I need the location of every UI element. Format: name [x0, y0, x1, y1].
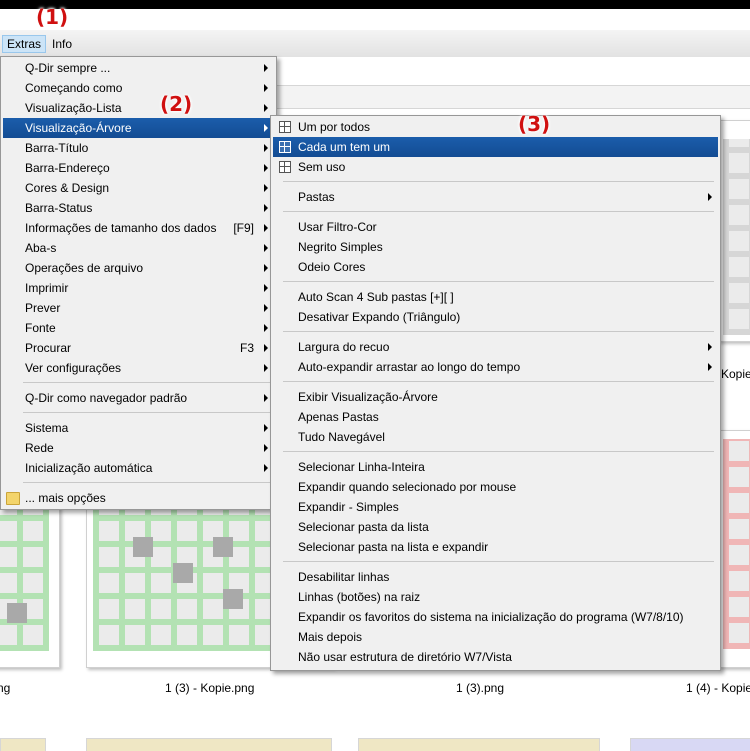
menu-item-abas[interactable]: Aba-s: [3, 238, 274, 258]
menu-item-inicializacao-automatica[interactable]: Inicialização automática: [3, 458, 274, 478]
menu-item-selecionar-linha-inteira[interactable]: Selecionar Linha-Inteira: [273, 457, 718, 477]
menu-separator: [23, 482, 270, 483]
thumbnail-edge: [86, 738, 332, 751]
thumbnail-edge: [358, 738, 600, 751]
file-label[interactable]: Kopie: [721, 367, 750, 381]
menu-item-usar-filtro-cor[interactable]: Usar Filtro-Cor: [273, 217, 718, 237]
grid-icon: [279, 141, 291, 153]
menu-item-exibir-visualizacao-arvore[interactable]: Exibir Visualização-Árvore: [273, 387, 718, 407]
callout-3: (3): [518, 112, 551, 136]
menu-item-mais-depois[interactable]: Mais depois: [273, 627, 718, 647]
menu-item-fonte[interactable]: Fonte: [3, 318, 274, 338]
menu-item-tudo-navegavel[interactable]: Tudo Navegável: [273, 427, 718, 447]
menu-item-selecionar-pasta-expandir[interactable]: Selecionar pasta na lista e expandir: [273, 537, 718, 557]
menu-item-desabilitar-linhas[interactable]: Desabilitar linhas: [273, 567, 718, 587]
menu-item-auto-scan[interactable]: Auto Scan 4 Sub pastas [+][ ]: [273, 287, 718, 307]
thumbnail-edge: [630, 738, 750, 751]
file-label[interactable]: ng: [0, 681, 10, 695]
menu-item-largura-recuo[interactable]: Largura do recuo: [273, 337, 718, 357]
menu-item-cada-um-tem-um[interactable]: Cada um tem um: [273, 137, 718, 157]
menu-item-nao-usar-estrutura[interactable]: Não usar estrutura de diretório W7/Vista: [273, 647, 718, 667]
file-label[interactable]: 1 (3).png: [456, 681, 504, 695]
menu-separator: [283, 381, 714, 382]
column-header: [270, 86, 750, 109]
menu-item-odeio-cores[interactable]: Odeio Cores: [273, 257, 718, 277]
menu-item-pastas[interactable]: Pastas: [273, 187, 718, 207]
menu-item-barra-titulo[interactable]: Barra-Título: [3, 138, 274, 158]
thumbnail[interactable]: [718, 430, 750, 668]
menu-item-mais-opcoes[interactable]: ... mais opções: [3, 488, 274, 508]
address-bar[interactable]: [270, 57, 750, 86]
tree-view-submenu: Um por todos Cada um tem um Sem uso Past…: [270, 115, 721, 671]
menu-item-apenas-pastas[interactable]: Apenas Pastas: [273, 407, 718, 427]
menu-item-operacoes-arquivo[interactable]: Operações de arquivo: [3, 258, 274, 278]
menu-item-expandir-favoritos[interactable]: Expandir os favoritos do sistema na inic…: [273, 607, 718, 627]
extras-menu: Q-Dir sempre ... Começando como Visualiz…: [0, 56, 277, 510]
shortcut-label: F3: [239, 341, 254, 355]
callout-2: (2): [160, 92, 193, 116]
top-black-bar: [0, 0, 750, 9]
menu-item-rede[interactable]: Rede: [3, 438, 274, 458]
menu-item-procurar[interactable]: Procurar F3: [3, 338, 274, 358]
menu-item-q-dir-sempre[interactable]: Q-Dir sempre ...: [3, 58, 274, 78]
menu-item-sistema[interactable]: Sistema: [3, 418, 274, 438]
menu-item-barra-status[interactable]: Barra-Status: [3, 198, 274, 218]
menu-item-info-tamanho[interactable]: Informações de tamanho dos dados [F9]: [3, 218, 274, 238]
menu-item-sem-uso[interactable]: Sem uso: [273, 157, 718, 177]
menu-item-visualizacao-lista[interactable]: Visualização-Lista: [3, 98, 274, 118]
menu-item-prever[interactable]: Prever: [3, 298, 274, 318]
thumbnail-edge: [0, 738, 46, 751]
menu-item-comecando-como[interactable]: Começando como: [3, 78, 274, 98]
menu-info[interactable]: Info: [48, 36, 76, 52]
callout-1: (1): [36, 5, 69, 29]
grid-icon: [279, 161, 291, 173]
menu-item-visualizacao-arvore[interactable]: Visualização-Árvore: [3, 118, 274, 138]
menu-separator: [283, 451, 714, 452]
file-label[interactable]: 1 (4) - Kopie: [686, 681, 750, 695]
menu-item-auto-expandir[interactable]: Auto-expandir arrastar ao longo do tempo: [273, 357, 718, 377]
menu-item-navegador-padrao[interactable]: Q-Dir como navegador padrão: [3, 388, 274, 408]
menu-item-cores-design[interactable]: Cores & Design: [3, 178, 274, 198]
file-label[interactable]: 1 (3) - Kopie.png: [165, 681, 254, 695]
menu-separator: [23, 412, 270, 413]
menu-separator: [283, 181, 714, 182]
menu-item-negrito-simples[interactable]: Negrito Simples: [273, 237, 718, 257]
shortcut-label: [F9]: [233, 221, 254, 235]
menu-separator: [23, 382, 270, 383]
folder-icon: [6, 492, 20, 505]
menu-item-expandir-por-mouse[interactable]: Expandir quando selecionado por mouse: [273, 477, 718, 497]
menu-separator: [283, 561, 714, 562]
menu-item-desativar-expando[interactable]: Desativar Expando (Triângulo): [273, 307, 718, 327]
menu-item-linhas-na-raiz[interactable]: Linhas (botões) na raiz: [273, 587, 718, 607]
menu-separator: [283, 281, 714, 282]
menu-extras[interactable]: Extras: [2, 35, 47, 53]
menu-item-ver-configuracoes[interactable]: Ver configurações: [3, 358, 274, 378]
thumbnail[interactable]: [718, 120, 750, 342]
menu-item-barra-endereco[interactable]: Barra-Endereço: [3, 158, 274, 178]
menu-separator: [283, 331, 714, 332]
menu-item-selecionar-pasta-lista[interactable]: Selecionar pasta da lista: [273, 517, 718, 537]
menu-item-imprimir[interactable]: Imprimir: [3, 278, 274, 298]
grid-icon: [279, 121, 291, 133]
menu-item-expandir-simples[interactable]: Expandir - Simples: [273, 497, 718, 517]
menu-item-um-por-todos[interactable]: Um por todos: [273, 117, 718, 137]
menu-separator: [283, 211, 714, 212]
menu-bar: Extras Info: [0, 30, 750, 58]
